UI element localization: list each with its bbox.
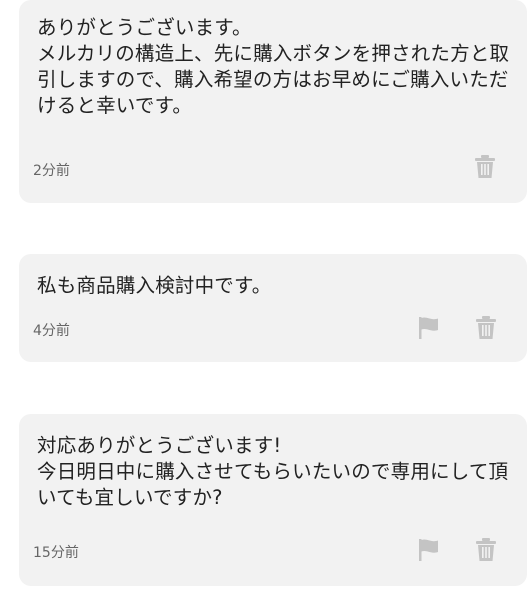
comment-timestamp: 2分前 bbox=[33, 163, 70, 179]
trash-icon[interactable] bbox=[475, 316, 497, 340]
comment-text: 対応ありがとうございます! 今日明日中に購入させてもらいたいので専用にして頂いて… bbox=[37, 434, 509, 509]
comment-text: 私も商品購入検討中です。 bbox=[37, 274, 272, 297]
trash-icon[interactable] bbox=[475, 538, 497, 562]
comment-card: 対応ありがとうございます! 今日明日中に購入させてもらいたいので専用にして頂いて… bbox=[19, 414, 527, 586]
comment-card: ありがとうございます。 メルカリの構造上、先に購入ボタンを押された方と取引します… bbox=[19, 0, 527, 203]
comment-timestamp: 15分前 bbox=[33, 545, 79, 561]
flag-icon[interactable] bbox=[418, 316, 440, 340]
comment-list: ありがとうございます。 メルカリの構造上、先に購入ボタンを押された方と取引します… bbox=[0, 0, 528, 600]
comment-text: ありがとうございます。 メルカリの構造上、先に購入ボタンを押された方と取引します… bbox=[37, 16, 510, 117]
comment-card: 私も商品購入検討中です。 4分前 bbox=[19, 254, 527, 362]
flag-icon[interactable] bbox=[418, 538, 440, 562]
comment-timestamp: 4分前 bbox=[33, 323, 70, 339]
trash-icon[interactable] bbox=[474, 155, 496, 179]
